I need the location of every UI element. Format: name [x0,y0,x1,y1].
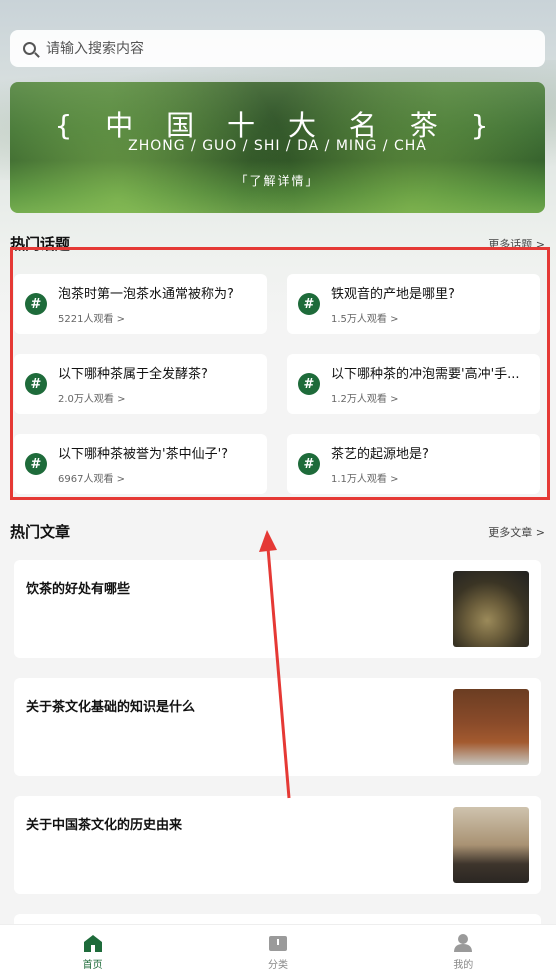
topic-views: 2.0万人观看 > [58,394,126,405]
tab-home[interactable]: 首页 [0,925,185,979]
topic-views: 6967人观看 > [58,474,126,485]
more-articles-link[interactable]: 更多文章 > [488,524,545,540]
topic-views: 1.1万人观看 > [331,474,399,485]
search-input[interactable] [44,39,528,58]
article-title: 关于茶文化基础的知识是什么 [26,700,196,715]
topic-card[interactable]: # 泡茶时第一泡茶水通常被称为? 5221人观看 > [14,274,267,334]
topic-card[interactable]: # 以下哪种茶被誉为'茶中仙子'? 6967人观看 > [14,434,267,494]
hot-articles-title: 热门文章 [10,523,71,541]
topic-views: 1.2万人观看 > [331,394,399,405]
hashtag-icon: # [25,293,47,315]
topic-question: 以下哪种茶被誉为'茶中仙子'? [58,447,229,462]
user-icon [454,934,473,952]
hashtag-icon: # [25,453,47,475]
topic-question: 以下哪种茶属于全发酵茶? [58,367,208,382]
topic-card[interactable]: # 铁观音的产地是哪里? 1.5万人观看 > [287,274,540,334]
topic-card[interactable]: # 茶艺的起源地是? 1.1万人观看 > [287,434,540,494]
topic-question: 铁观音的产地是哪里? [331,287,455,302]
banner-subtitle: ZHONG / GUO / SHI / DA / MING / CHA [128,138,427,154]
article-thumbnail [453,689,529,765]
hashtag-icon: # [298,373,320,395]
topic-question: 泡茶时第一泡茶水通常被称为? [58,287,234,302]
tab-mine[interactable]: 我的 [371,925,556,979]
search-icon [23,42,36,55]
hot-articles-header: 热门文章 更多文章 > [10,521,545,542]
hashtag-icon: # [298,293,320,315]
tab-mine-label: 我的 [453,960,474,971]
banner-details-button[interactable]: 「了解详情」 [10,172,545,189]
topic-views: 1.5万人观看 > [331,314,399,325]
article-thumbnail [453,571,529,647]
article-thumbnail [453,807,529,883]
search-bar[interactable] [10,30,545,67]
tab-home-label: 首页 [82,960,103,971]
article-card[interactable]: 关于中国茶文化的历史由来 [14,796,541,894]
tab-category-label: 分类 [267,960,288,971]
topic-question: 以下哪种茶的冲泡需要'高冲'手... [331,367,520,382]
tab-category[interactable]: 分类 [185,925,370,979]
article-card[interactable]: 饮茶的好处有哪些 [14,560,541,658]
topic-card[interactable]: # 以下哪种茶属于全发酵茶? 2.0万人观看 > [14,354,267,414]
bottom-tab-bar: 首页 分类 我的 [0,924,556,979]
hashtag-icon: # [298,453,320,475]
topic-question: 茶艺的起源地是? [331,447,429,462]
article-title: 关于中国茶文化的历史由来 [26,818,183,833]
promo-banner[interactable]: { 中 国 十 大 名 茶 } ZHONG / GUO / SHI / DA /… [10,82,545,213]
article-title: 饮茶的好处有哪些 [26,582,131,597]
topic-views: 5221人观看 > [58,314,126,325]
category-icon [268,936,287,951]
article-card[interactable]: 关于茶文化基础的知识是什么 [14,678,541,776]
home-icon [83,935,102,952]
topic-card[interactable]: # 以下哪种茶的冲泡需要'高冲'手... 1.2万人观看 > [287,354,540,414]
hashtag-icon: # [25,373,47,395]
